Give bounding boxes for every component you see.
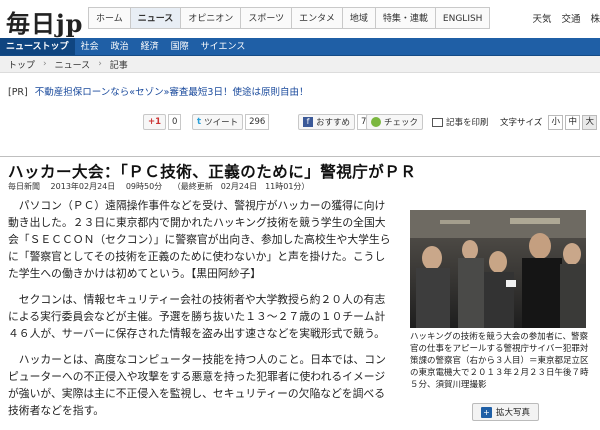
sub-nav-science[interactable]: サイエンス (195, 38, 252, 55)
tweet-group: t ツイート 296 (192, 114, 270, 130)
article-paragraph: パソコン（ＰＣ）遠隔操作事件などを受け、警視庁がハッカーの獲得に向け動き出した。… (8, 199, 391, 280)
mixi-check-icon (371, 117, 381, 127)
social-bar: +1 0 t ツイート 296 f おすすめ 79 チェック 記事を印刷 文字サ… (0, 113, 600, 131)
gplus-button[interactable]: +1 (143, 114, 167, 130)
article-time: 09時50分 (125, 182, 163, 191)
print-button[interactable]: 記事を印刷 (428, 114, 493, 130)
divider (0, 156, 600, 157)
breadcrumb-separator: › (98, 59, 102, 69)
breadcrumb-separator: › (43, 59, 47, 69)
pr-ad: [PR] 不動産担保ローンなら«セゾン»審査最短3日！使途は原則自由！ (8, 84, 308, 98)
print-label: 記事を印刷 (446, 118, 489, 128)
fb-label: おすすめ (316, 118, 351, 128)
article-paragraph: セクコンは、情報セキュリティー会社の技術者や大学教授ら約２０人の有志による実行委… (8, 293, 386, 340)
article-photo[interactable] (410, 210, 586, 328)
printer-icon (432, 117, 443, 127)
article-dateline: 毎日新聞 2013年02月24日 09時50分 （最終更新 02月24日 11時… (8, 181, 317, 192)
sub-nav-economy[interactable]: 経済 (135, 38, 165, 55)
top-nav-opinion[interactable]: オピニオン (181, 7, 242, 29)
sub-nav-international[interactable]: 国際 (165, 38, 195, 55)
gplus-label: +1 (148, 117, 162, 127)
text-size-label: 文字サイズ (500, 118, 543, 128)
top-nav-news[interactable]: ニュース (130, 7, 182, 29)
site-header: 毎日jp ホーム ニュース オピニオン スポーツ エンタメ 地域 特集・連載 E… (0, 0, 600, 38)
check-group: チェック (366, 114, 424, 130)
sub-nav: ニューストップ 社会 政治 経済 国際 サイエンス (0, 38, 600, 56)
article-photo-image (410, 210, 586, 328)
top-nav-features[interactable]: 特集・連載 (375, 7, 436, 29)
pr-tag: [PR] (8, 87, 28, 98)
breadcrumb-news[interactable]: ニュース (55, 58, 91, 71)
top-nav-region[interactable]: 地域 (342, 7, 376, 29)
facebook-icon: f (303, 117, 313, 127)
top-nav-english[interactable]: ENGLISH (435, 7, 491, 29)
tweet-label: ツイート (204, 118, 239, 128)
text-size-large[interactable]: 大 (582, 114, 598, 130)
tweet-count: 296 (245, 114, 270, 130)
sub-nav-society[interactable]: 社会 (75, 38, 105, 55)
tweet-button[interactable]: t ツイート (192, 114, 244, 130)
breadcrumb: トップ › ニュース › 記事 (0, 56, 600, 73)
enlarge-photo-label: 拡大写真 (496, 408, 531, 418)
article-paragraph: ハッカーとは、高度なコンピューター技能を持つ人のこと。日本では、コンピューターへ… (8, 353, 386, 417)
site-logo[interactable]: 毎日jp (6, 4, 83, 39)
gplus-group: +1 0 (143, 114, 182, 130)
check-label: チェック (384, 118, 419, 128)
article-date: 2013年02月24日 (50, 182, 116, 191)
breadcrumb-article: 記事 (109, 60, 128, 71)
right-nav-traffic[interactable]: 交通 (561, 11, 580, 25)
check-button[interactable]: チェック (366, 114, 424, 130)
facebook-recommend-button[interactable]: f おすすめ (298, 114, 356, 130)
sub-nav-politics[interactable]: 政治 (105, 38, 135, 55)
sub-nav-news-top[interactable]: ニューストップ (0, 38, 75, 55)
article-body: パソコン（ＰＣ）遠隔操作事件などを受け、警視庁がハッカーの獲得に向け動き出した。… (8, 197, 394, 428)
article-updated: （最終更新 02月24日 11時01分） (172, 182, 310, 191)
pr-link[interactable]: 不動産担保ローンなら«セゾン»審査最短3日！使途は原則自由！ (35, 87, 309, 98)
photo-caption: ハッキングの技術を競う大会の参加者に、警察官の仕事をアピールする警視庁サイバー犯… (410, 332, 589, 390)
print-group: 記事を印刷 (428, 114, 493, 130)
magnifier-icon: + (481, 406, 492, 418)
enlarge-photo-button[interactable]: + 拡大写真 (472, 403, 540, 421)
text-size-medium[interactable]: 中 (565, 114, 581, 130)
gplus-count: 0 (168, 114, 182, 130)
article-headline: ハッカー大会：「ＰＣ技術、正義のために」警視庁がＰＲ (8, 163, 417, 181)
twitter-bird-icon: t (197, 117, 202, 127)
top-nav-sports[interactable]: スポーツ (241, 7, 293, 29)
right-nav-weather[interactable]: 天気 (532, 11, 551, 25)
article-source: 毎日新聞 (8, 182, 40, 191)
right-nav-stocks[interactable]: 株 (590, 11, 600, 25)
text-size-small[interactable]: 小 (548, 114, 564, 130)
top-nav-entertainment[interactable]: エンタメ (292, 7, 343, 29)
fb-group: f おすすめ 79 (298, 114, 376, 130)
breadcrumb-top[interactable]: トップ (8, 58, 35, 71)
top-nav: ホーム ニュース オピニオン スポーツ エンタメ 地域 特集・連載 ENGLIS… (88, 7, 491, 29)
top-nav-home[interactable]: ホーム (88, 7, 131, 29)
right-nav: 天気 交通 株 (532, 11, 600, 25)
text-size-control: 文字サイズ 小 中 大 (500, 114, 598, 130)
